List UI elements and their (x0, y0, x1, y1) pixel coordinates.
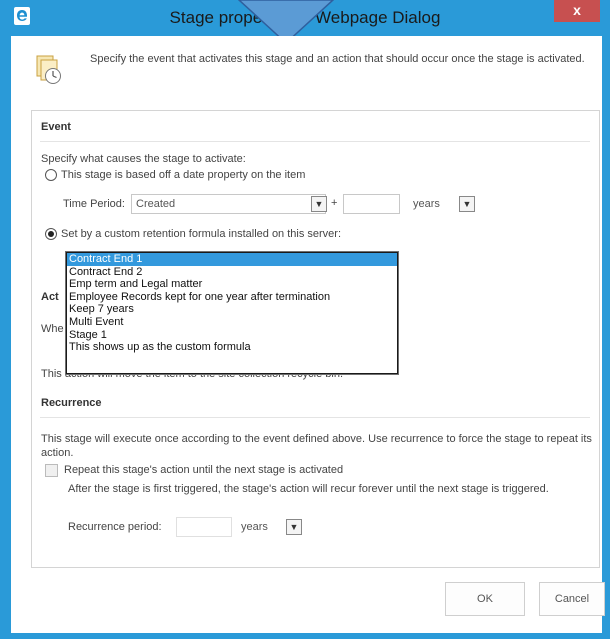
offset-unit-value: years (413, 198, 440, 210)
formula-option[interactable]: Contract End 1 (67, 253, 397, 266)
event-divider (40, 141, 590, 142)
offset-unit-dropdown-button[interactable]: ▼ (459, 196, 475, 212)
ok-button[interactable]: OK (445, 582, 525, 616)
recurrence-period-input[interactable] (176, 517, 232, 537)
action-instruction: Whe (41, 323, 64, 335)
recurrence-period-label: Recurrence period: (68, 521, 162, 533)
formula-option[interactable]: Keep 7 years (67, 303, 397, 316)
formula-option[interactable]: Multi Event (67, 316, 397, 329)
stage-calendar-icon (36, 55, 61, 84)
recurrence-unit-dropdown-button[interactable]: ▼ (286, 519, 302, 535)
repeat-action-label: Repeat this stage's action until the nex… (64, 464, 344, 476)
window-frame-left (0, 0, 11, 639)
recurrence-description: This stage will execute once according t… (41, 433, 592, 459)
dialog-description: Specify the event that activates this st… (90, 53, 585, 65)
chevron-down-icon: ▼ (314, 199, 324, 209)
recurrence-divider (40, 417, 590, 418)
formula-option[interactable]: This shows up as the custom formula (67, 341, 397, 354)
custom-formula-radio[interactable] (45, 228, 57, 240)
date-property-radio[interactable] (45, 169, 57, 181)
plus-sign: + (331, 197, 338, 209)
close-icon: x (573, 2, 581, 18)
date-property-label: This stage is based off a date property … (61, 169, 306, 181)
event-instruction: Specify what causes the stage to activat… (41, 153, 246, 165)
chevron-down-icon: ▼ (462, 199, 472, 209)
window-frame-bottom (0, 633, 610, 639)
event-section-title: Event (41, 121, 71, 133)
close-button[interactable]: x (554, 0, 600, 22)
formula-option[interactable]: Employee Records kept for one year after… (67, 291, 397, 304)
dialog-content: Specify the event that activates this st… (11, 36, 605, 633)
time-period-select[interactable]: Created (131, 194, 326, 214)
action-section-title: Act (41, 291, 59, 303)
offset-input[interactable] (343, 194, 400, 214)
recurrence-unit-value: years (241, 521, 268, 533)
recurrence-note: After the stage is first triggered, the … (68, 483, 549, 495)
recurrence-section-title: Recurrence (41, 397, 102, 409)
formula-option[interactable]: Stage 1 (67, 329, 397, 342)
dialog-header: Specify the event that activates this st… (11, 36, 602, 108)
time-period-value: Created (136, 198, 176, 210)
time-period-dropdown-button[interactable]: ▼ (311, 196, 327, 212)
time-period-label: Time Period: (63, 198, 125, 210)
window-frame-right (602, 0, 610, 639)
formula-option[interactable]: Contract End 2 (67, 266, 397, 279)
cancel-button[interactable]: Cancel (539, 582, 605, 616)
chevron-down-icon: ▼ (289, 522, 299, 532)
custom-formula-listbox[interactable]: Contract End 1 Contract End 2 Emp term a… (65, 251, 399, 375)
custom-formula-label: Set by a custom retention formula instal… (61, 228, 342, 240)
formula-option[interactable]: Emp term and Legal matter (67, 278, 397, 291)
repeat-action-checkbox[interactable] (45, 464, 58, 477)
